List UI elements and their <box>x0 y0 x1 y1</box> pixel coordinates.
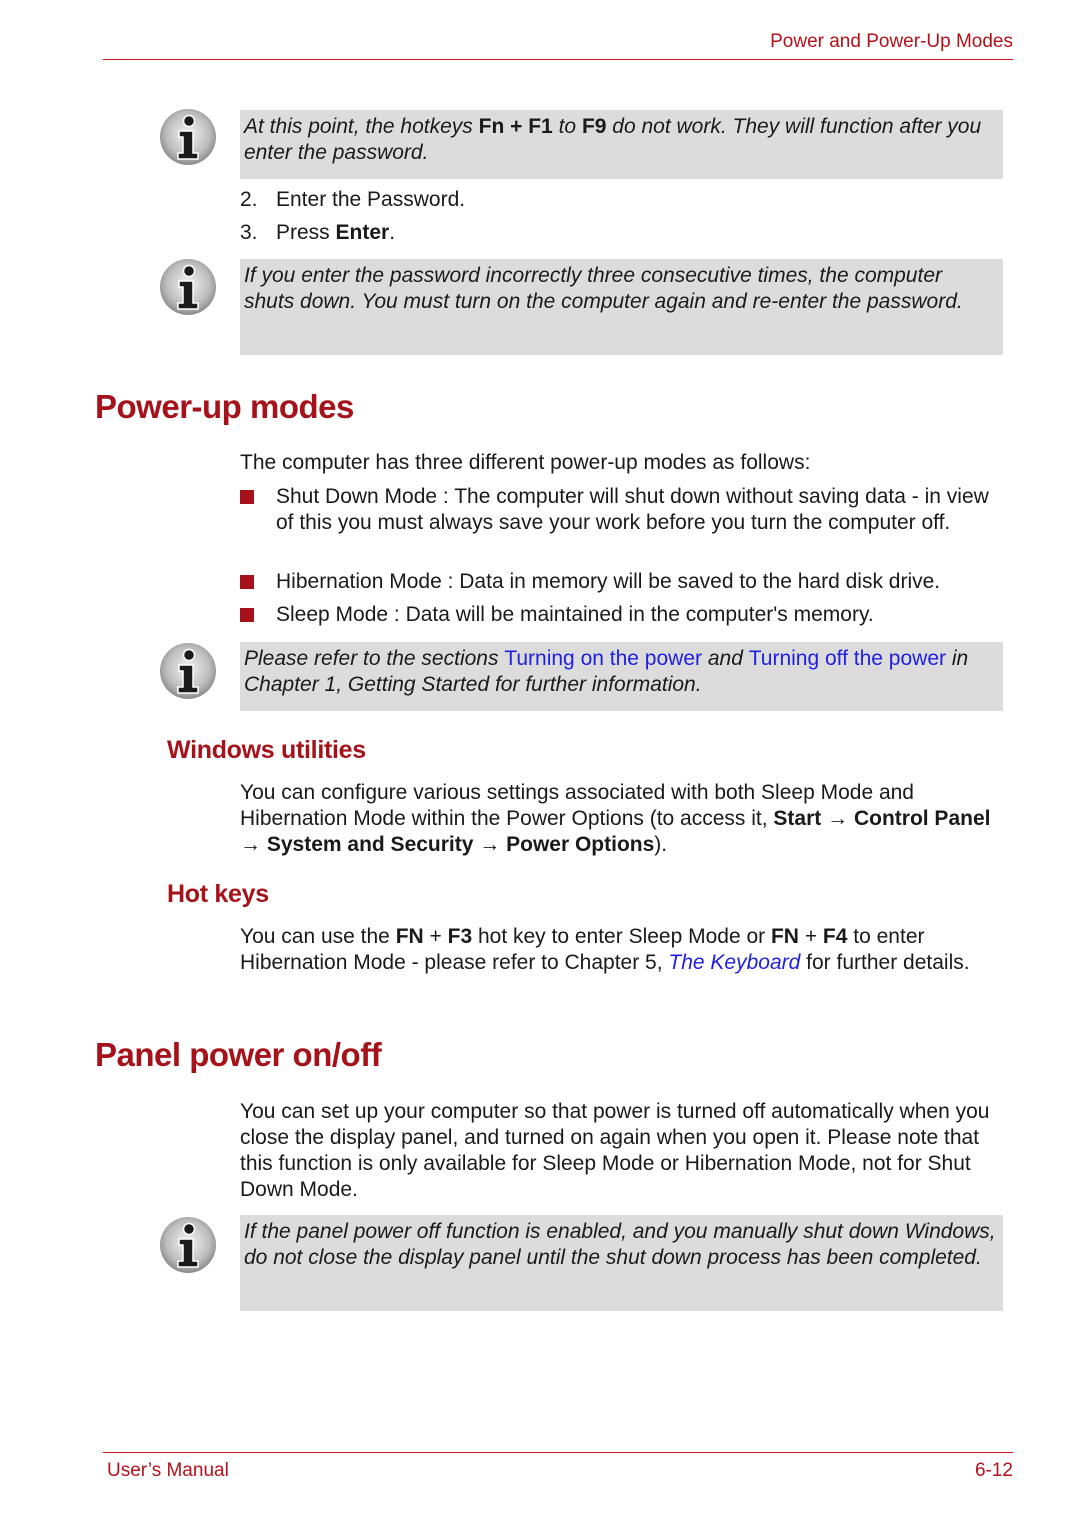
step-3: 3. Press Enter. <box>240 220 395 246</box>
info-icon <box>160 643 216 699</box>
text-run: → <box>240 833 267 856</box>
text-run: → <box>473 833 507 856</box>
bold-term: F4 <box>822 925 848 948</box>
panel-power-text: You can set up your computer so that pow… <box>240 1100 990 1201</box>
page-number: 6-12 <box>974 1460 1013 1481</box>
step-number: 2. <box>240 188 258 211</box>
step-text: Enter the Password. <box>276 188 466 211</box>
text-run: hot key to enter Sleep Mode or <box>472 925 771 948</box>
note-password-attempts: If you enter the password incorrectly th… <box>240 259 1003 355</box>
bold-term: Fn + F1 <box>478 115 553 138</box>
heading-hot-keys: Hot keys <box>167 880 269 908</box>
running-header: Power and Power-Up Modes <box>770 31 1013 52</box>
info-icon <box>160 1217 216 1273</box>
step-text: Press <box>276 221 336 244</box>
text-run: + <box>798 925 823 948</box>
windows-utilities-text: You can configure various settings assoc… <box>240 780 1005 858</box>
step-punct: . <box>389 221 396 244</box>
footer-manual-title: User’s Manual <box>107 1460 229 1481</box>
bullet-text: Hibernation Mode : Data in memory will b… <box>276 570 941 593</box>
step-2: 2. Enter the Password. <box>240 187 465 213</box>
bullet-item: Sleep Mode : Data will be maintained in … <box>240 602 1005 628</box>
cross-reference-link[interactable]: The Keyboard <box>668 951 800 974</box>
text-run: + <box>423 925 448 948</box>
text-run: If the panel power off function is enabl… <box>244 1220 996 1269</box>
bold-term: F3 <box>447 925 473 948</box>
bullet-square-icon <box>240 490 254 504</box>
text-run: If you enter the password incorrectly th… <box>244 264 963 313</box>
footer-divider <box>103 1452 1013 1453</box>
heading-windows-utilities: Windows utilities <box>167 736 366 764</box>
cross-reference-link[interactable]: Turning off the power <box>749 647 946 670</box>
bold-term: Control Panel <box>853 807 991 830</box>
power-up-intro: The computer has three different power-u… <box>240 451 811 474</box>
cross-reference-link[interactable]: Turning on the power <box>504 647 702 670</box>
text-run: At this point, the hotkeys <box>244 115 479 138</box>
heading-panel-power: Panel power on/off <box>95 1036 382 1073</box>
bold-term: F9 <box>581 115 607 138</box>
bold-term: FN <box>395 925 424 948</box>
bold-term: Power Options <box>506 833 655 856</box>
step-key: Enter <box>335 221 390 244</box>
step-number: 3. <box>240 221 258 244</box>
bullet-square-icon <box>240 608 254 622</box>
text-run: → <box>821 807 854 830</box>
info-icon <box>160 109 216 165</box>
text-run: Please refer to the sections <box>244 647 505 670</box>
header-divider <box>103 59 1013 60</box>
note-panel-power-off: If the panel power off function is enabl… <box>240 1215 1003 1311</box>
heading-power-up-modes: Power-up modes <box>95 388 354 425</box>
hot-keys-text: You can use the FN + F3 hot key to enter… <box>240 924 1005 976</box>
bullet-square-icon <box>240 575 254 589</box>
text-run: You can use the <box>240 925 396 948</box>
text-run: to <box>552 115 582 138</box>
bullet-text: Shut Down Mode : The computer will shut … <box>276 485 989 534</box>
bullet-text: Sleep Mode : Data will be maintained in … <box>276 603 874 626</box>
text-run: ). <box>654 833 668 856</box>
bold-term: System and Security <box>266 833 474 856</box>
note-refer-sections: Please refer to the sections Turning on … <box>240 642 1003 711</box>
text-run: for further details. <box>800 951 970 974</box>
note-hotkeys: At this point, the hotkeys Fn + F1 to F9… <box>240 110 1003 179</box>
bullet-item: Hibernation Mode : Data in memory will b… <box>240 569 1005 595</box>
bold-term: Start <box>773 807 822 830</box>
bullet-item: Shut Down Mode : The computer will shut … <box>240 484 1005 536</box>
bold-term: FN <box>770 925 799 948</box>
text-run: and <box>702 647 749 670</box>
info-icon <box>160 259 216 315</box>
